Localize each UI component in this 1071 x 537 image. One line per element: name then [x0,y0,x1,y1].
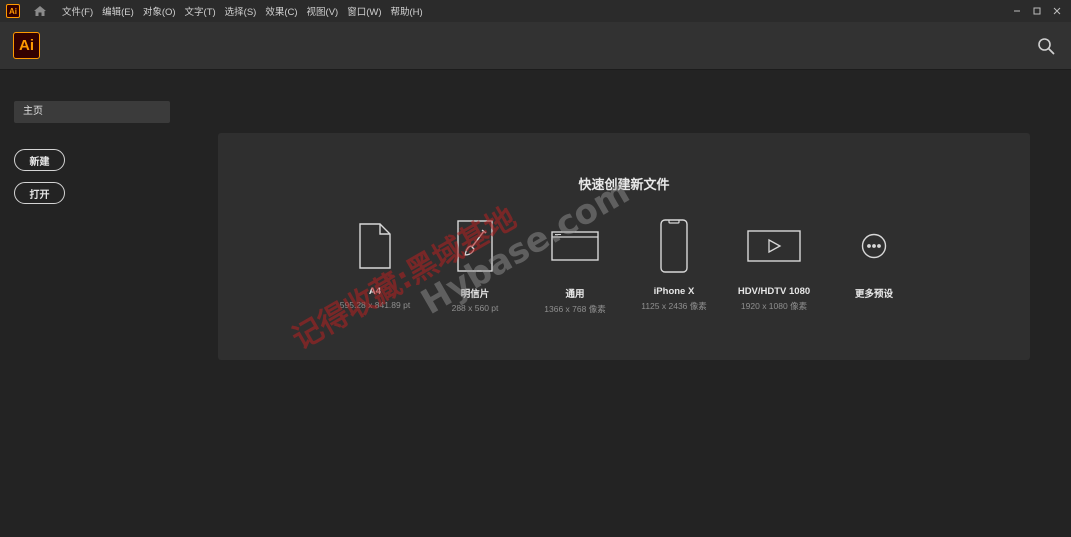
browser-window-icon [551,231,599,261]
preset-name: 通用 [565,289,585,300]
quick-create-title: 快速创建新文件 [578,177,670,192]
app-logo-small: Ai [6,4,20,18]
menu-view[interactable]: 视图(V) [307,4,339,18]
menu-object[interactable]: 对象(O) [143,4,176,18]
menu-items: 文件(F) 编辑(E) 对象(O) 文字(T) 选择(S) 效果(C) 视图(V… [62,4,432,18]
minimize-icon [1014,10,1020,12]
open-button[interactable]: 打开 [14,182,65,204]
sidebar-item-home[interactable]: 主页 [14,101,170,123]
preset-name: iPhone X [653,286,695,297]
app-header: Ai [0,22,1071,70]
close-icon [1053,7,1061,15]
quick-create-panel: 快速创建新文件 A4 595.28 x 841.89 pt 明信片 288 x … [218,133,1030,360]
minimize-button[interactable] [1007,4,1027,18]
home-icon [34,6,46,16]
preset-name: 明信片 [460,289,490,300]
preset-a4[interactable]: A4 595.28 x 841.89 pt [325,217,425,310]
preset-dimensions: 1920 x 1080 像素 [740,301,808,311]
phone-icon [660,219,688,273]
menu-select[interactable]: 选择(S) [225,4,257,18]
home-button[interactable] [30,3,50,19]
preset-dimensions: 288 x 560 pt [451,303,499,313]
menu-file[interactable]: 文件(F) [62,4,93,18]
menu-effect[interactable]: 效果(C) [265,4,297,18]
new-button[interactable]: 新建 [14,149,65,171]
window-controls [1007,0,1067,22]
preset-dimensions: 1366 x 768 像素 [544,304,606,314]
menu-bar: Ai 文件(F) 编辑(E) 对象(O) 文字(T) 选择(S) 效果(C) 视… [0,0,1071,22]
maximize-icon [1033,7,1041,15]
preset-dimensions: 1125 x 2436 像素 [641,301,707,311]
search-icon [1038,38,1055,55]
maximize-button[interactable] [1027,4,1047,18]
document-icon [359,223,391,269]
menu-help[interactable]: 帮助(H) [391,4,423,18]
preset-postcard[interactable]: 明信片 288 x 560 pt [425,217,525,313]
menu-edit[interactable]: 编辑(E) [102,4,134,18]
preset-name: 更多预设 [854,289,893,300]
search-button[interactable] [1037,37,1055,55]
postcard-brush-icon [457,220,493,272]
preset-general[interactable]: 通用 1366 x 768 像素 [525,217,625,315]
preset-iphone-x[interactable]: iPhone X 1125 x 2436 像素 [624,217,724,312]
preset-dimensions: 595.28 x 841.89 pt [339,300,411,310]
menu-window[interactable]: 窗口(W) [347,4,381,18]
preset-name: A4 [368,286,382,297]
preset-more[interactable]: 更多预设 [824,217,924,303]
close-button[interactable] [1047,4,1067,18]
preset-hdtv[interactable]: HDV/HDTV 1080 1920 x 1080 像素 [724,217,824,312]
video-play-icon [747,230,801,262]
more-icon [861,233,887,259]
preset-name: HDV/HDTV 1080 [737,286,811,297]
illustrator-logo: Ai [13,32,40,59]
menu-type[interactable]: 文字(T) [185,4,216,18]
